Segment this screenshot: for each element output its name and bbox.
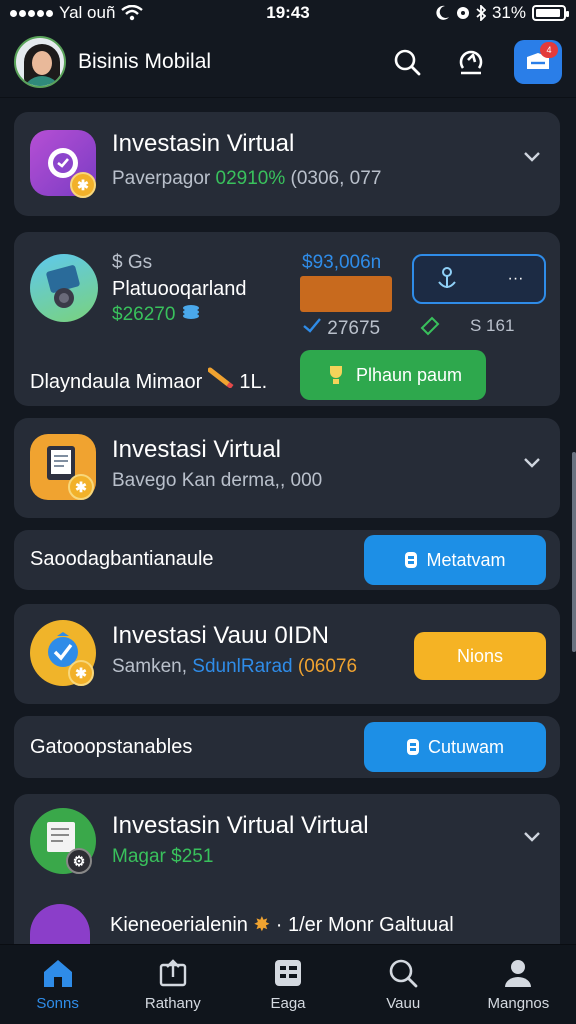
action-row-label: Saoodagbantianaule xyxy=(30,548,214,570)
alarm-icon xyxy=(456,7,469,19)
refresh-icon xyxy=(459,50,483,74)
avatar[interactable] xyxy=(14,35,66,88)
asset-amount: $26270 xyxy=(112,304,201,326)
card-5-button[interactable]: Nions xyxy=(414,632,546,680)
price-highlight-bar xyxy=(300,276,392,312)
pencil-icon xyxy=(207,367,234,389)
card-subtitle: Bavego Kan derma,, 000 xyxy=(112,470,323,491)
investment-app-icon: ✱ xyxy=(30,130,96,198)
investment-detail-card[interactable]: $ Gs Platuooqarland $26270 $93,006n 2767… xyxy=(14,232,560,406)
anchor-icon xyxy=(437,267,456,288)
bluetooth-icon xyxy=(476,5,486,21)
top-action-dots: ··· xyxy=(507,270,524,287)
user-icon xyxy=(505,960,532,987)
card-subtitle: Magar $251 xyxy=(112,846,214,867)
card-sub-percent: 02910% xyxy=(215,168,286,189)
card-title: Investasi Vauu 0IDN xyxy=(112,622,329,649)
status-right: 31% xyxy=(436,3,569,23)
report-app-icon: ⚙ xyxy=(30,808,96,874)
action-row-button[interactable]: Cutuwam xyxy=(364,722,546,772)
battery-percent: 31% xyxy=(491,3,526,22)
card-sub-label: Paverpagor xyxy=(112,168,211,189)
signal-icon xyxy=(10,9,53,17)
grid-icon xyxy=(275,960,301,986)
search-button[interactable] xyxy=(386,41,428,83)
app-header: Bisinis Mobilal 4 xyxy=(0,26,576,98)
asset-name: Platuooqarland xyxy=(112,278,247,300)
document-app-icon: ✱ xyxy=(30,434,96,500)
partial-app-icon xyxy=(30,904,90,944)
action-row-1: Saoodagbantianaule Metatvam xyxy=(14,530,560,590)
chevron-down-icon[interactable] xyxy=(520,824,544,848)
card-subtitle: Paverpagor 02910% (0306, 077 xyxy=(112,168,381,190)
status-left: Yal ouñ xyxy=(10,3,230,23)
bottom-label: Dlayndaula Mimaor 1L. xyxy=(30,366,267,394)
card-title: Investasin Virtual xyxy=(112,130,295,157)
top-action-button[interactable]: ··· xyxy=(412,254,546,304)
card-row2: Kieneoerialenin ✸ · 1/er Monr Galtuual xyxy=(110,914,454,936)
coin-icon: ✱ xyxy=(70,172,96,198)
asset-count: 27675 xyxy=(302,316,380,340)
platform-icon xyxy=(30,254,98,322)
card-title: Investasin Virtual Virtual xyxy=(112,812,369,839)
badge-icon xyxy=(406,739,419,755)
investment-card-1[interactable]: ✱ Investasin Virtual Paverpagor 02910% (… xyxy=(14,112,560,216)
nav-history[interactable]: Rathany xyxy=(115,945,230,1024)
phone-icon xyxy=(46,265,80,308)
investment-card-3[interactable]: ✱ Investasi Virtual Bavego Kan derma,, 0… xyxy=(14,418,560,518)
investment-card-5[interactable]: ✱ Investasi Vauu 0IDN Samken, SdunlRarad… xyxy=(14,604,560,704)
upload-icon xyxy=(159,959,186,987)
card-title: Investasi Virtual xyxy=(112,436,281,463)
investment-card-7[interactable]: ⚙ Investasin Virtual Virtual Magar $251 … xyxy=(14,794,560,944)
badge-icon xyxy=(405,552,418,568)
chevron-down-icon[interactable] xyxy=(520,144,544,168)
status-bar: Yal ouñ 19:43 31% xyxy=(0,0,576,26)
refresh-button[interactable] xyxy=(450,41,492,83)
moon-icon xyxy=(436,5,449,20)
notification-badge: 4 xyxy=(540,41,558,58)
check-icon xyxy=(303,318,321,333)
notifications-button[interactable]: 4 xyxy=(514,39,562,84)
trade-button[interactable]: Plhaun paum xyxy=(300,350,486,400)
card-sub-value: (0306, 077 xyxy=(290,168,382,189)
asset-label: $ Gs xyxy=(112,252,153,273)
action-row-button-label: Cutuwam xyxy=(427,736,505,757)
scrollbar[interactable] xyxy=(572,452,576,652)
asset-amount-value: $26270 xyxy=(112,304,176,325)
header-actions: 4 xyxy=(386,39,562,84)
trophy-icon xyxy=(329,366,342,384)
trade-button-label: Plhaun paum xyxy=(355,364,463,385)
wifi-icon xyxy=(121,5,144,21)
search-icon xyxy=(394,49,421,75)
nav-home[interactable]: Sonns xyxy=(0,945,115,1024)
battery-icon xyxy=(532,5,569,21)
bottom-nav: Sonns Rathany Eaga Vauu Mangnos xyxy=(0,944,576,1024)
search-icon xyxy=(389,959,418,988)
verified-app-icon: ✱ xyxy=(30,620,96,686)
asset-price: $93,006n xyxy=(302,252,382,273)
nav-apps[interactable]: Eaga xyxy=(230,945,345,1024)
home-icon xyxy=(43,960,72,987)
card-subtitle: Samken, SdunlRarad (06076 xyxy=(112,656,358,677)
action-row-button[interactable]: Metatvam xyxy=(364,535,546,585)
card-5-button-label: Nions xyxy=(456,645,504,666)
stack-icon xyxy=(182,305,199,319)
carrier-name: Yal ouñ xyxy=(59,3,116,22)
action-row-label: Gatooopstanables xyxy=(30,736,193,758)
action-row-button-label: Metatvam xyxy=(426,549,506,570)
coin-icon: ✱ xyxy=(68,474,94,500)
nav-search[interactable]: Vauu xyxy=(346,945,461,1024)
gear-icon: ⚙ xyxy=(66,848,92,874)
app-title: Bisinis Mobilal xyxy=(78,49,212,73)
asset-small-value: S 161 xyxy=(470,316,515,335)
chevron-down-icon[interactable] xyxy=(520,450,544,474)
tag-icon xyxy=(420,316,440,336)
star-icon: ✸ xyxy=(253,914,271,936)
coin-icon: ✱ xyxy=(68,660,94,686)
action-row-2: Gatooopstanables Cutuwam xyxy=(14,716,560,778)
nav-profile[interactable]: Mangnos xyxy=(461,945,576,1024)
